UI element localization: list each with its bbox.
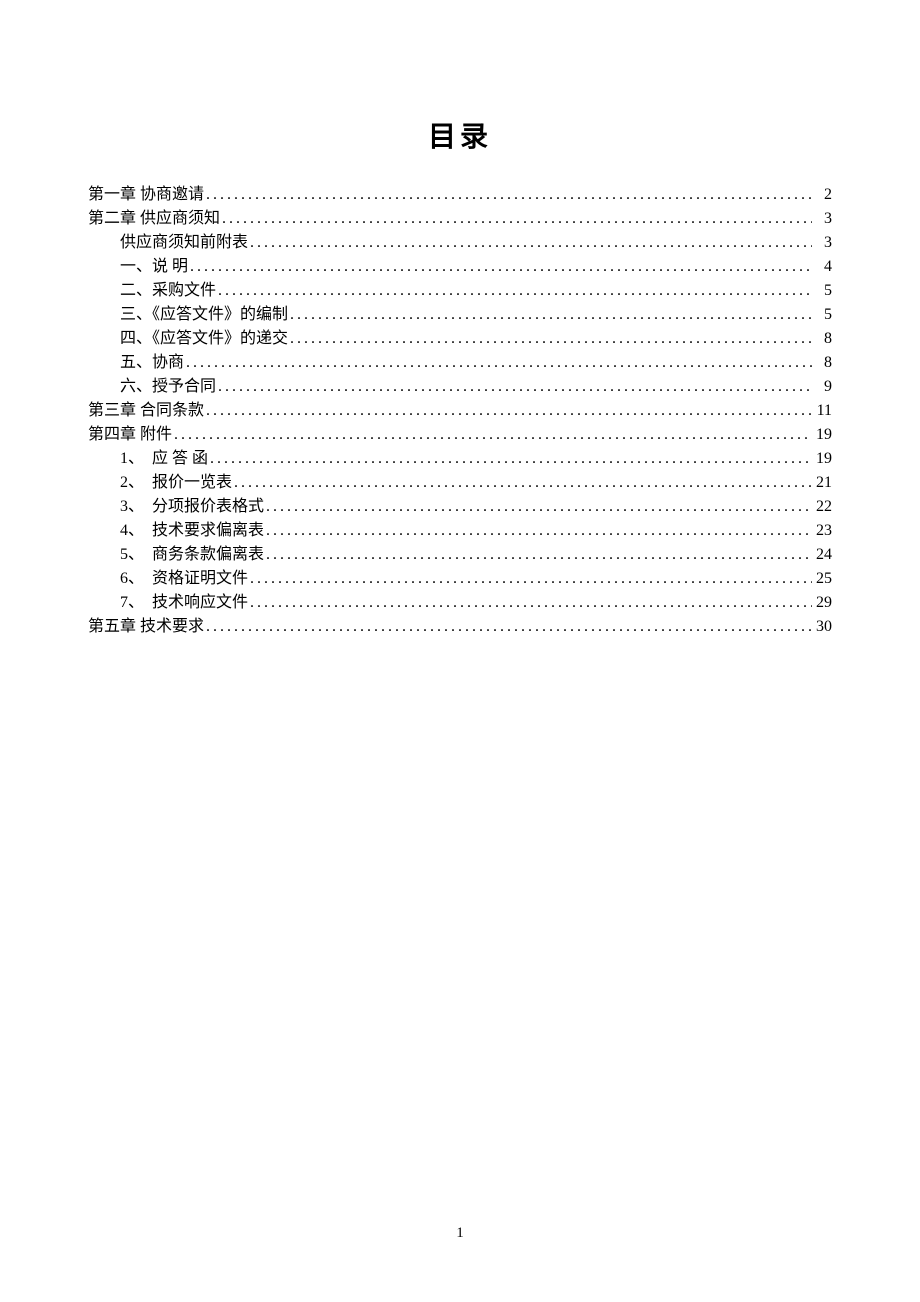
toc-entry-page: 22	[812, 495, 832, 519]
toc-leader-dots	[204, 615, 812, 639]
toc-entry: 第五章 技术要求 30	[88, 615, 832, 639]
toc-entry-label: 6、 资格证明文件	[120, 567, 248, 591]
toc-leader-dots	[248, 567, 812, 591]
toc-entry-page: 9	[812, 375, 832, 399]
toc-title: 目录	[88, 115, 832, 155]
toc-entry: 7、 技术响应文件 29	[88, 591, 832, 615]
toc-leader-dots	[208, 447, 812, 471]
toc-leader-dots	[204, 183, 812, 207]
toc-entry-page: 24	[812, 543, 832, 567]
toc-entry: 三、《应答文件》的编制 5	[88, 303, 832, 327]
toc-entry: 五、协商 8	[88, 351, 832, 375]
toc-entry-page: 4	[812, 255, 832, 279]
toc-entry-label: 一、说 明	[120, 255, 188, 279]
toc-leader-dots	[204, 399, 812, 423]
toc-entry-label: 三、《应答文件》的编制	[120, 303, 288, 327]
toc-entry-label: 四、《应答文件》的递交	[120, 327, 288, 351]
toc-entry-page: 30	[812, 615, 832, 639]
toc-leader-dots	[288, 303, 812, 327]
toc-entry-page: 8	[812, 351, 832, 375]
toc-leader-dots	[264, 543, 812, 567]
toc-entry-label: 第四章 附件	[88, 423, 172, 447]
toc-leader-dots	[188, 255, 812, 279]
document-page: 目录 第一章 协商邀请2第二章 供应商须知3供应商须知前附表3一、说 明4二、采…	[0, 0, 920, 639]
toc-entry-page: 3	[812, 231, 832, 255]
toc-entry-label: 五、协商	[120, 351, 184, 375]
toc-leader-dots	[288, 327, 812, 351]
toc-leader-dots	[232, 471, 812, 495]
toc-entry-label: 第五章 技术要求	[88, 615, 204, 639]
toc-entry: 4、 技术要求偏离表 23	[88, 519, 832, 543]
toc-leader-dots	[220, 207, 812, 231]
toc-entry: 6、 资格证明文件 25	[88, 567, 832, 591]
toc-entry-label: 二、采购文件	[120, 279, 216, 303]
toc-entry-page: 2	[812, 183, 832, 207]
toc-leader-dots	[264, 495, 812, 519]
toc-leader-dots	[216, 279, 812, 303]
toc-entry-label: 供应商须知前附表	[120, 231, 248, 255]
toc-entry-label: 2、 报价一览表	[120, 471, 232, 495]
toc-leader-dots	[172, 423, 812, 447]
toc-entry: 六、授予合同 9	[88, 375, 832, 399]
toc-leader-dots	[248, 231, 812, 255]
toc-entry-page: 23	[812, 519, 832, 543]
toc-leader-dots	[248, 591, 812, 615]
toc-entry-label: 1、 应 答 函	[120, 447, 208, 471]
toc-entry: 二、采购文件 5	[88, 279, 832, 303]
toc-entry: 供应商须知前附表 3	[88, 231, 832, 255]
toc-entry-page: 3	[812, 207, 832, 231]
toc-entry: 3、 分项报价表格式 22	[88, 495, 832, 519]
toc-entry: 5、 商务条款偏离表 24	[88, 543, 832, 567]
toc-entry: 第一章 协商邀请 2	[88, 183, 832, 207]
toc-entry-page: 11	[812, 399, 832, 423]
toc-entry-page: 5	[812, 279, 832, 303]
toc-entry: 一、说 明 4	[88, 255, 832, 279]
toc-entry: 1、 应 答 函 19	[88, 447, 832, 471]
toc-entry-page: 25	[812, 567, 832, 591]
toc-entry-page: 8	[812, 327, 832, 351]
toc-leader-dots	[264, 519, 812, 543]
toc-entry: 2、 报价一览表 21	[88, 471, 832, 495]
toc-entry-label: 第二章 供应商须知	[88, 207, 220, 231]
toc-leader-dots	[216, 375, 812, 399]
toc-entry-label: 3、 分项报价表格式	[120, 495, 264, 519]
toc-entry-label: 第三章 合同条款	[88, 399, 204, 423]
toc-entry-label: 5、 商务条款偏离表	[120, 543, 264, 567]
toc-entry-page: 5	[812, 303, 832, 327]
toc-entry-page: 19	[812, 423, 832, 447]
toc-entry-label: 7、 技术响应文件	[120, 591, 248, 615]
toc-entry: 第三章 合同条款 11	[88, 399, 832, 423]
toc-entry-label: 4、 技术要求偏离表	[120, 519, 264, 543]
toc-entry: 第二章 供应商须知 3	[88, 207, 832, 231]
toc-entry-label: 六、授予合同	[120, 375, 216, 399]
toc-entry: 四、《应答文件》的递交 8	[88, 327, 832, 351]
toc-entry: 第四章 附件 19	[88, 423, 832, 447]
toc-container: 第一章 协商邀请2第二章 供应商须知3供应商须知前附表3一、说 明4二、采购文件…	[88, 183, 832, 639]
toc-entry-page: 19	[812, 447, 832, 471]
page-number: 1	[0, 1225, 920, 1242]
toc-entry-page: 21	[812, 471, 832, 495]
toc-entry-label: 第一章 协商邀请	[88, 183, 204, 207]
toc-entry-page: 29	[812, 591, 832, 615]
toc-leader-dots	[184, 351, 812, 375]
